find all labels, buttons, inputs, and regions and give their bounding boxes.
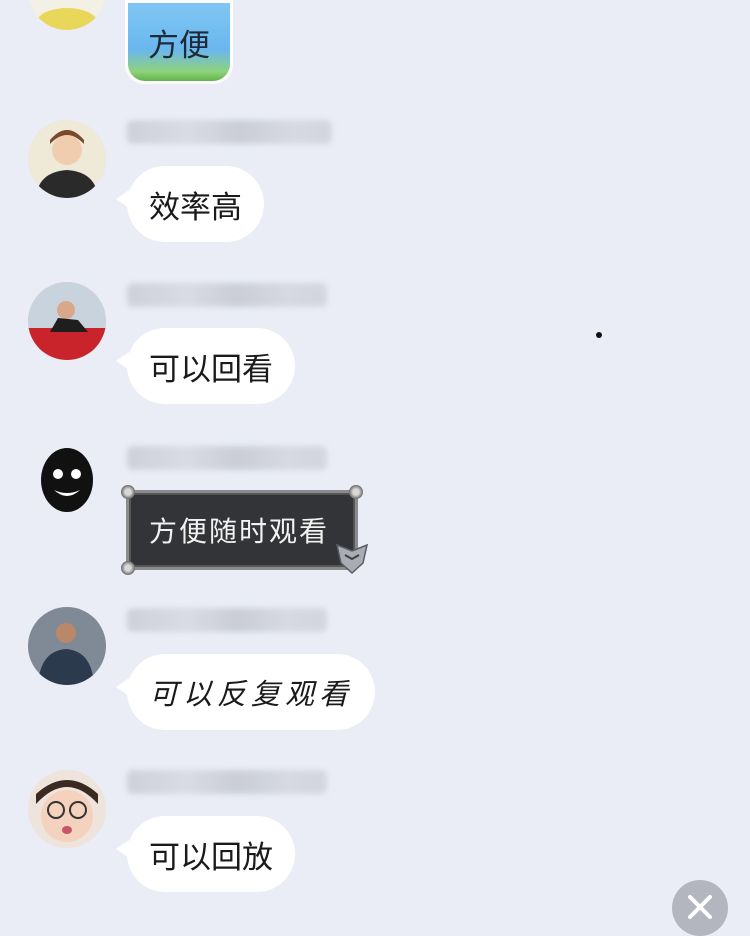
message-bubble[interactable]: 可以回放 — [116, 816, 295, 892]
message-text: 方便随时观看 — [149, 515, 330, 548]
sender-name — [127, 770, 327, 794]
message-bubble-framed[interactable]: 方便随时观看 — [121, 485, 369, 575]
avatar-top[interactable] — [28, 0, 106, 30]
avatar[interactable] — [28, 282, 106, 360]
avatar[interactable] — [28, 770, 106, 848]
message-text: 方便 — [148, 27, 210, 64]
sender-name — [127, 608, 327, 632]
sender-name — [127, 120, 332, 144]
message-bubble[interactable]: 可以反复观看 — [115, 654, 376, 730]
message-bubble-sticker[interactable]: 方便 — [125, 0, 233, 84]
corner-bolt-icon — [121, 561, 135, 575]
avatar[interactable] — [28, 444, 106, 522]
message-text: 可以回放 — [149, 839, 273, 876]
close-button[interactable] — [672, 880, 728, 936]
corner-bolt-icon — [121, 485, 135, 499]
sender-name — [127, 446, 327, 470]
avatar[interactable] — [28, 607, 106, 685]
close-icon — [688, 895, 712, 919]
corner-bolt-icon — [349, 485, 363, 499]
message-text: 可以反复观看 — [149, 677, 354, 711]
stray-dot — [596, 332, 602, 338]
emblem-icon — [335, 543, 369, 575]
sender-name — [127, 283, 327, 307]
avatar[interactable] — [28, 120, 106, 198]
message-bubble[interactable]: 效率高 — [116, 166, 264, 242]
message-bubble[interactable]: 可以回看 — [116, 328, 295, 404]
message-text: 可以回看 — [149, 351, 273, 388]
message-text: 效率高 — [149, 189, 242, 226]
